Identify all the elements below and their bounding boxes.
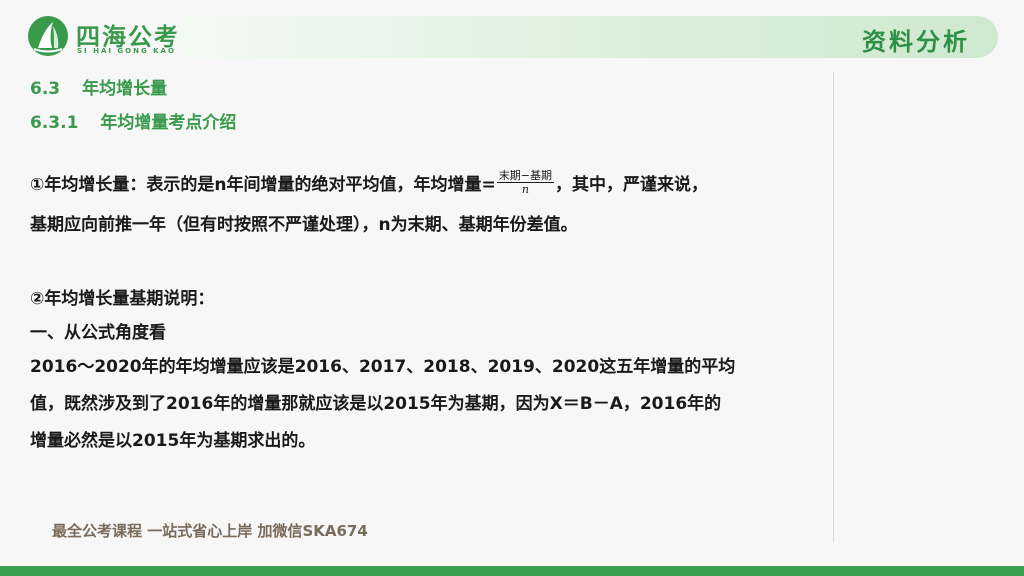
para2-subtitle: 一、从公式角度看 bbox=[30, 323, 166, 343]
logo-subtitle: SI HAI GONG KAO bbox=[77, 47, 176, 55]
para1-text-pre: ①年均增长量：表示的是n年间增量的绝对平均值，年均增量= bbox=[30, 175, 496, 195]
heading-6-3-1: 6.3.1 年均增量考点介绍 bbox=[30, 108, 236, 133]
header: 四海公考 SI HAI GONG KAO 资料分析 bbox=[0, 0, 1024, 70]
para2-line2: 值，既然涉及到了2016年的增量那就应该是以2015年为基期，因为X＝B－A，2… bbox=[30, 394, 722, 414]
footer-watermark: 最全公考课程 一站式省心上岸 加微信SKA674 bbox=[52, 522, 368, 540]
fraction-numerator: 末期−基期 bbox=[496, 168, 554, 183]
heading-number: 6.3.1 bbox=[30, 113, 79, 133]
heading-text: 年均增长量 bbox=[82, 79, 168, 99]
section-title: 资料分析 bbox=[862, 28, 970, 56]
header-bar: 资料分析 bbox=[176, 16, 998, 58]
heading-text: 年均增量考点介绍 bbox=[100, 113, 237, 133]
formula-fraction: 末期−基期 n bbox=[496, 168, 554, 196]
logo: 四海公考 SI HAI GONG KAO bbox=[26, 14, 178, 62]
heading-6-3: 6.3 年均增长量 bbox=[30, 74, 167, 99]
heading-number: 6.3 bbox=[30, 79, 61, 99]
para2-line3: 增量必然是以2015年为基期求出的。 bbox=[30, 431, 316, 451]
para2-title: ②年均增长量基期说明： bbox=[30, 289, 215, 309]
fraction-denominator: n bbox=[521, 182, 529, 196]
vertical-divider bbox=[833, 72, 834, 542]
sail-logo-icon bbox=[28, 16, 68, 56]
para1-line1: ①年均增长量：表示的是n年间增量的绝对平均值，年均增量= 末期−基期 n ，其中，严谨… bbox=[30, 168, 708, 199]
bottom-bar bbox=[0, 566, 1024, 576]
para1-line2: 基期应向前推一年（但有时按照不严谨处理），n为末期、基期年份差值。 bbox=[30, 215, 578, 235]
para2-line1: 2016～2020年的年均增量应该是2016、2017、2018、2019、20… bbox=[30, 357, 736, 377]
para1-text-post: ，其中，严谨来说， bbox=[554, 175, 708, 195]
